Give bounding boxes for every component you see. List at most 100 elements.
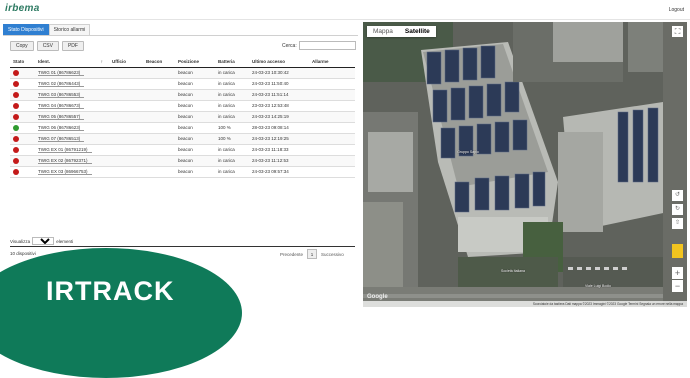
device-ident[interactable]: TWIG 05 (86786557) [38,114,85,120]
cell-allarme [309,122,355,134]
status-dot-icon [13,113,19,120]
cell-ultimo: 24-03-23 11:18:33 [249,144,309,156]
search-box: Cerca: [282,41,356,50]
cell-posizione: beacon [175,78,215,90]
table-row[interactable]: TWIG EX 03 (86966753) beacon in carica 24-0… [10,166,355,178]
zoom-in-button[interactable]: + [672,267,683,279]
csv-button[interactable]: CSV [36,41,59,51]
device-ident[interactable]: TWIG EX 03 (86966753) [38,169,92,175]
cell-posizione: beacon [175,67,215,79]
next-page-button[interactable]: Successivo [321,252,344,257]
cell-ultimo: 24-03-23 12:19:25 [249,133,309,145]
copy-button[interactable]: Copy [10,41,34,51]
cell-status [10,89,35,101]
page-1-button[interactable]: 1 [307,249,318,259]
search-input[interactable] [298,41,356,50]
table-row[interactable]: TWIG EX 02 (86792371) beacon in carica 24-0… [10,155,355,167]
cell-batteria: in carica [215,155,249,167]
device-ident[interactable]: TWIG EX 01 (86791219) [38,147,92,153]
table-row[interactable]: TWIG EX 01 (86791219) beacon in carica 24-0… [10,144,355,156]
export-buttons: Copy CSV PDF [10,41,84,51]
cell-batteria: in carica [215,67,249,79]
map-label-building: Gruppo Sapio [457,150,479,154]
map-label-road: Viale Luigi Bodio [584,284,611,288]
cell-allarme [309,166,355,178]
device-ident[interactable]: TWIG 04 (86786673) [38,103,85,109]
col-header-battery[interactable]: Batteria [215,56,249,68]
col-header-last-access[interactable]: Ultimo accesso [249,56,309,68]
table-row[interactable]: TWIG 02 (86786443) beacon in carica 24-03-2… [10,78,355,90]
devices-table: Stato Ident. ↑ Ufficio Beacon Posizione B… [10,56,355,178]
rotate-left-icon[interactable]: ↺ [672,190,683,201]
status-dot-icon [13,135,19,142]
cell-status [10,67,35,79]
table-row[interactable]: TWIG 06 (86786623) beacon 100 % 28-03-23 09… [10,122,355,134]
device-ident[interactable]: TWIG 03 (86786553) [38,92,85,98]
pagination: Precedente 1 Successivo [280,249,344,259]
top-bar: irbema Logout [0,0,690,20]
tab-alarm-history[interactable]: Storico allarmi [48,24,91,35]
col-header-alarm[interactable]: Allarme [309,56,355,68]
col-header-office[interactable]: Ufficio [109,56,143,68]
cell-allarme [309,155,355,167]
tab-device-status[interactable]: Stato Dispositivi [3,24,49,35]
table-row[interactable]: TWIG 05 (86786557) beacon in carica 24-03-2… [10,111,355,123]
cell-beacon [143,133,175,145]
zoom-out-button[interactable]: − [672,280,683,292]
cell-ultimo: 24-03-23 11:12:53 [249,155,309,167]
map-tab-satellite[interactable]: Satellite [399,26,436,37]
col-header-status[interactable]: Stato [10,56,35,68]
device-ident[interactable]: TWIG 06 (86786623) [38,125,85,131]
pdf-button[interactable]: PDF [61,41,84,51]
tilt-icon[interactable]: ⇧ [672,218,683,229]
table-row[interactable]: TWIG 03 (86786553) beacon in carica 24-03-2… [10,89,355,101]
cell-beacon [143,122,175,134]
satellite-map[interactable]: Mappa Satellite ⛶ ↺ ↻ ⇧ + − Gruppo Sapio… [363,22,687,307]
table-row[interactable]: TWIG 01 (86786623) beacon in carica 24-03-2… [10,67,355,79]
device-ident[interactable]: TWIG 01 (86786623) [38,70,85,76]
cell-ufficio [109,78,143,90]
table-footer-divider [10,246,355,247]
map-label-fuel: Società Italiana [501,269,525,273]
cell-ufficio [109,89,143,101]
map-tab-map[interactable]: Mappa [367,26,399,37]
col-header-ident[interactable]: Ident. ↑ [35,56,109,68]
cell-status [10,166,35,178]
col-header-ident-label: Ident. [38,58,50,64]
map-attribution[interactable]: Scorciatoie da tastiera Dati mappa ©2023… [363,301,687,307]
cell-status [10,144,35,156]
cell-ufficio [109,100,143,112]
cell-posizione: beacon [175,100,215,112]
cell-batteria: in carica [215,166,249,178]
cell-ident: TWIG 02 (86786443) [35,78,109,90]
device-ident[interactable]: TWIG 02 (86786443) [38,81,85,87]
fullscreen-icon[interactable]: ⛶ [672,26,683,37]
prev-page-button[interactable]: Precedente [280,252,303,257]
logout-link[interactable]: Logout [669,7,684,13]
table-info: 10 dispositivi [10,251,36,256]
col-header-beacon[interactable]: Beacon [143,56,175,68]
table-row[interactable]: TWIG 07 (86786513) beacon 100 % 24-03-23 12… [10,133,355,145]
device-ident[interactable]: TWIG EX 02 (86792371) [38,158,92,164]
page-length-control: Visualizza 10 elementi [10,237,73,245]
cell-ident: TWIG EX 03 (86966753) [35,166,109,178]
cell-status [10,155,35,167]
cell-batteria: 100 % [215,122,249,134]
cell-ultimo: 24-03-23 11:51:14 [249,89,309,101]
cell-batteria: in carica [215,111,249,123]
cell-beacon [143,166,175,178]
cell-ufficio [109,133,143,145]
app-logo[interactable]: irbema [5,3,40,14]
cell-status [10,111,35,123]
device-ident[interactable]: TWIG 07 (86786513) [38,136,85,142]
col-header-position[interactable]: Posizione [175,56,215,68]
rotate-right-icon[interactable]: ↻ [672,204,683,215]
cell-batteria: 100 % [215,133,249,145]
cell-ufficio [109,111,143,123]
cell-batteria: in carica [215,89,249,101]
status-dot-icon [13,146,19,153]
pegman-icon[interactable] [672,244,683,258]
status-dot-icon [13,124,19,131]
table-row[interactable]: TWIG 04 (86786673) beacon in carica 23-03-2… [10,100,355,112]
page-length-select[interactable]: 10 [32,237,55,245]
